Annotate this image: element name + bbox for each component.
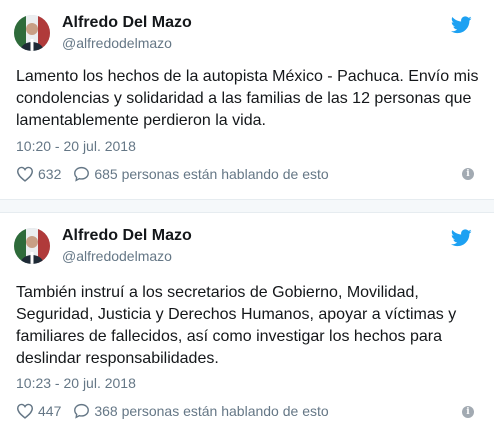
tweet-timestamp[interactable]: 10:23 - 20 jul. 2018 [16, 375, 136, 391]
like-count: 447 [38, 403, 62, 419]
avatar[interactable] [14, 15, 50, 51]
info-icon[interactable]: i [462, 168, 474, 180]
tweet-text: También instruí a los secretarios de Gob… [16, 284, 457, 367]
heart-icon [16, 403, 34, 419]
tweet-card[interactable]: Alfredo Del Mazo @alfredodelmazo Lamento… [0, 0, 494, 200]
talking-link[interactable]: 368 personas están hablando de esto [73, 403, 329, 419]
tweet-text: Lamento los hechos de la autopista Méxic… [16, 68, 479, 129]
author-name[interactable]: Alfredo Del Mazo [62, 227, 192, 245]
like-button[interactable]: 447 [16, 403, 61, 419]
author-handle[interactable]: @alfredodelmazo [62, 248, 172, 264]
talking-count: 368 personas están hablando de esto [94, 403, 329, 419]
twitter-bird-icon[interactable] [451, 16, 472, 34]
like-button[interactable]: 632 [16, 166, 61, 182]
comment-bubble-icon [74, 403, 90, 419]
tweet-actions: 632 685 personas están hablando de esto [16, 165, 478, 183]
author-name[interactable]: Alfredo Del Mazo [62, 14, 192, 32]
talking-link[interactable]: 685 personas están hablando de esto [73, 166, 329, 182]
comment-bubble-icon [74, 166, 90, 182]
author-handle[interactable]: @alfredodelmazo [62, 35, 172, 51]
info-icon[interactable]: i [462, 406, 474, 418]
talking-count: 685 personas están hablando de esto [94, 166, 329, 182]
like-count: 632 [38, 166, 62, 182]
tweet-card[interactable]: Alfredo Del Mazo @alfredodelmazo También… [0, 213, 494, 429]
tweet-timestamp[interactable]: 10:20 - 20 jul. 2018 [16, 138, 136, 154]
heart-icon [16, 166, 34, 182]
twitter-bird-icon[interactable] [451, 229, 472, 247]
tweet-separator [0, 199, 494, 213]
tweet-actions: 447 368 personas están hablando de esto [16, 402, 478, 420]
avatar[interactable] [14, 228, 50, 264]
